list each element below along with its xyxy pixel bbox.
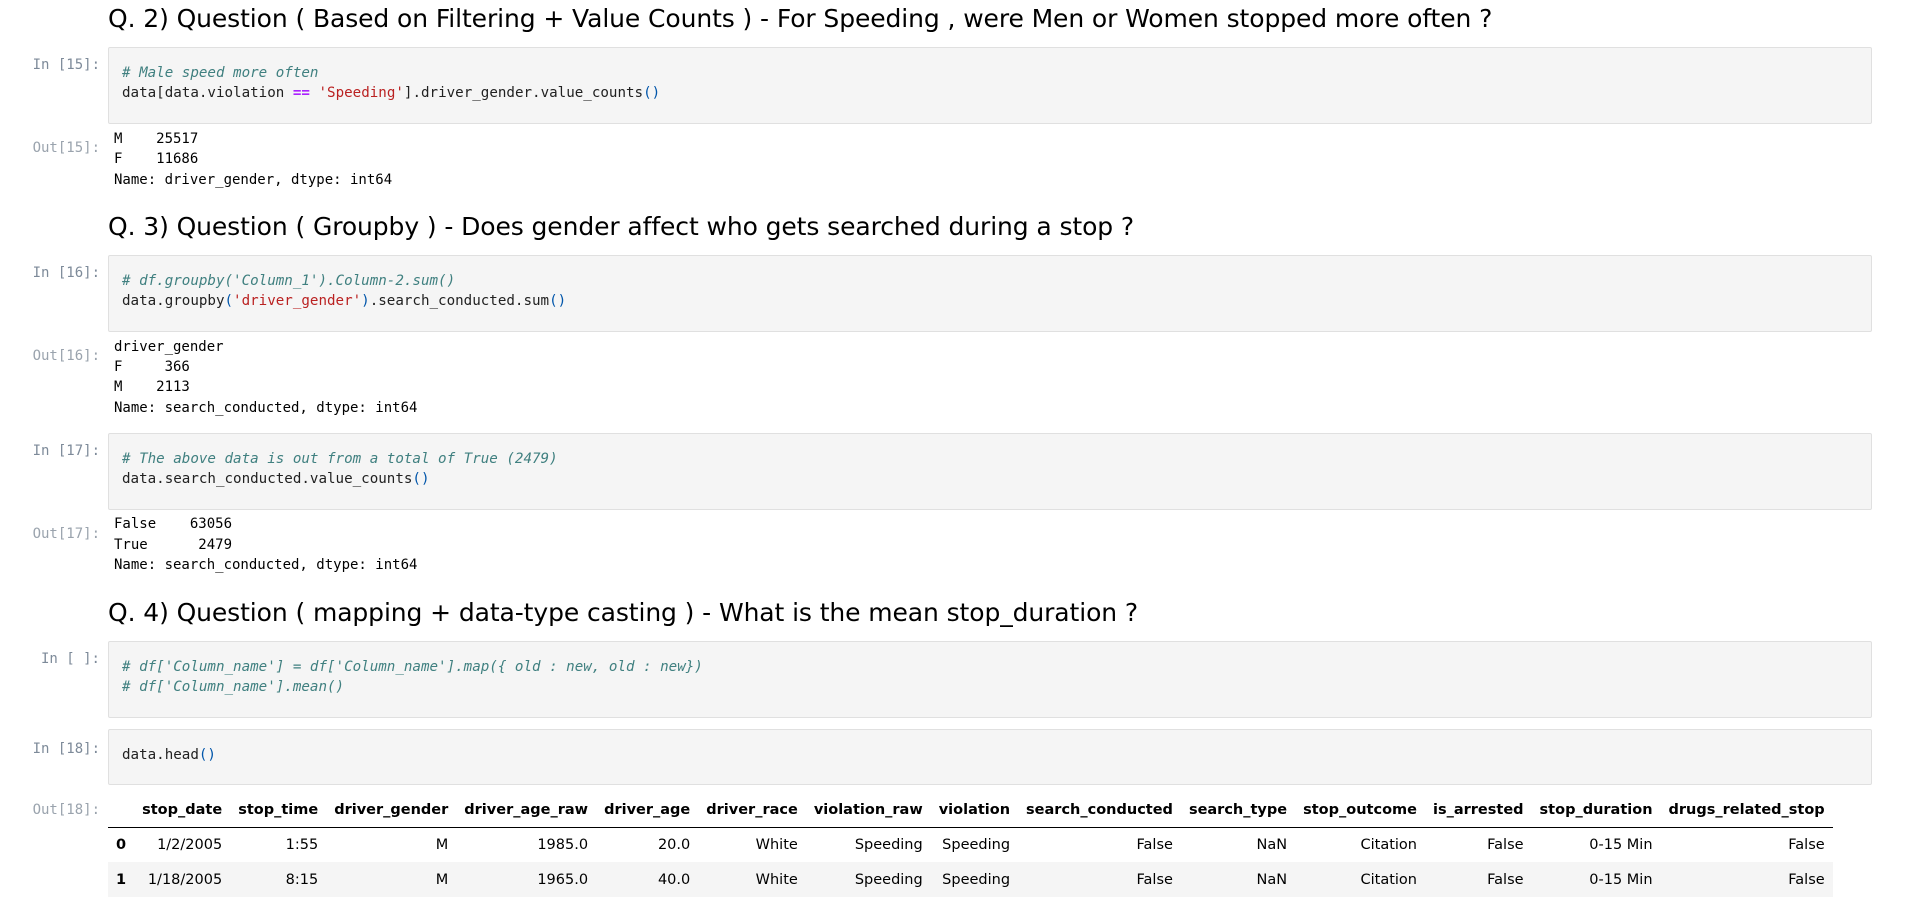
column-header: search_conducted xyxy=(1018,793,1181,828)
in-prompt-17: In [17]: xyxy=(32,443,100,459)
output-line: M 25517 xyxy=(114,131,199,147)
out-prompt-15: Out[15]: xyxy=(32,140,100,156)
q4-heading: Q. 4) Question ( mapping + data-type cas… xyxy=(108,598,1139,627)
code-comment: # Male speed more often xyxy=(122,65,319,81)
code-line: data.head() xyxy=(122,747,216,763)
table-cell: NaN xyxy=(1256,836,1288,853)
column-header: violation xyxy=(930,793,1019,828)
table-row: 0 1/2/2005 1:55 M 1985.0 20.0 White Spee… xyxy=(108,827,1833,862)
table-cell: 0-15 Min xyxy=(1589,836,1653,853)
column-header: driver_age xyxy=(596,793,699,828)
table-cell: 20.0 xyxy=(657,836,691,853)
column-header: is_arrested xyxy=(1424,793,1532,828)
q3-heading: Q. 3) Question ( Groupby ) - Does gender… xyxy=(108,212,1135,241)
table-cell: Speeding xyxy=(942,836,1011,853)
output-line: Name: driver_gender, dtype: int64 xyxy=(114,172,393,188)
code-cell-empty[interactable]: # df['Column_name'] = df['Column_name'].… xyxy=(108,641,1872,718)
code-line: data.groupby('driver_gender').search_con… xyxy=(122,293,567,309)
table-cell: 1:55 xyxy=(285,836,319,853)
table-row: 1 1/18/2005 8:15 M 1965.0 40.0 White Spe… xyxy=(108,862,1833,897)
table-cell: 8:15 xyxy=(285,871,319,888)
table-cell: Speeding xyxy=(942,871,1011,888)
output-line: Name: search_conducted, dtype: int64 xyxy=(114,400,418,416)
table-cell: White xyxy=(755,871,798,888)
table-cell: Citation xyxy=(1360,871,1417,888)
in-prompt-15: In [15]: xyxy=(32,57,100,73)
code-line: data[data.violation == 'Speeding'].drive… xyxy=(122,85,661,101)
code-cell-16[interactable]: # df.groupby('Column_1').Column-2.sum() … xyxy=(108,255,1872,332)
column-header: driver_gender xyxy=(326,793,457,828)
table-cell: False xyxy=(1136,871,1173,888)
column-header: stop_date xyxy=(134,793,231,828)
q2-heading: Q. 2) Question ( Based on Filtering + Va… xyxy=(108,4,1493,33)
table-cell: NaN xyxy=(1256,871,1288,888)
output-line: Name: search_conducted, dtype: int64 xyxy=(114,557,418,573)
table-cell: 1/18/2005 xyxy=(147,871,223,888)
output-line: M 2113 xyxy=(114,379,190,395)
code-comment: # df.groupby('Column_1').Column-2.sum() xyxy=(122,273,456,289)
table-cell: False xyxy=(1788,871,1825,888)
code-line: data.search_conducted.value_counts() xyxy=(122,471,430,487)
out-prompt-18: Out[18]: xyxy=(32,802,100,818)
table-cell: 1/2/2005 xyxy=(157,836,223,853)
in-prompt-18: In [18]: xyxy=(32,741,100,757)
code-cell-15[interactable]: # Male speed more often data[data.violat… xyxy=(108,47,1872,124)
table-cell: False xyxy=(1487,836,1524,853)
table-cell: 1965.0 xyxy=(537,871,589,888)
code-cell-18[interactable]: data.head() xyxy=(108,729,1872,785)
column-header: violation_raw xyxy=(805,793,931,828)
column-header xyxy=(108,793,135,828)
table-cell: M xyxy=(435,836,449,853)
column-header: stop_duration xyxy=(1531,793,1661,828)
table-cell: Citation xyxy=(1360,836,1417,853)
column-header: stop_time xyxy=(230,793,327,828)
code-cell-17[interactable]: # The above data is out from a total of … xyxy=(108,433,1872,510)
out-prompt-16: Out[16]: xyxy=(32,348,100,364)
column-header: drugs_related_stop xyxy=(1660,793,1833,828)
table-cell: White xyxy=(755,836,798,853)
output-line: False 63056 xyxy=(114,516,233,532)
in-prompt-empty: In [ ]: xyxy=(40,651,100,667)
row-index: 1 xyxy=(116,871,127,888)
in-prompt-16: In [16]: xyxy=(32,265,100,281)
table-cell: False xyxy=(1136,836,1173,853)
table-header-row: stop_date stop_time driver_gender driver… xyxy=(108,793,1833,828)
output-line: F 11686 xyxy=(114,151,199,167)
table-cell: 0-15 Min xyxy=(1589,871,1653,888)
table-cell: 1985.0 xyxy=(537,836,589,853)
table-cell: M xyxy=(435,871,449,888)
table-cell: False xyxy=(1487,871,1524,888)
table-cell: 40.0 xyxy=(657,871,691,888)
column-header: stop_outcome xyxy=(1295,793,1425,828)
table-cell: Speeding xyxy=(854,836,923,853)
output-line: F 366 xyxy=(114,359,190,375)
code-comment: # df['Column_name'] = df['Column_name'].… xyxy=(122,659,703,675)
column-header: driver_age_raw xyxy=(456,793,597,828)
output-line: True 2479 xyxy=(114,537,233,553)
table-cell: Speeding xyxy=(854,871,923,888)
table-cell: False xyxy=(1788,836,1825,853)
code-comment: # df['Column_name'].mean() xyxy=(122,679,345,695)
out-prompt-17: Out[17]: xyxy=(32,526,100,542)
row-index: 0 xyxy=(116,836,127,853)
column-header: driver_race xyxy=(698,793,806,828)
column-header: search_type xyxy=(1180,793,1296,828)
dataframe-table: stop_date stop_time driver_gender driver… xyxy=(108,793,1833,897)
output-line: driver_gender xyxy=(114,339,224,355)
code-comment: # The above data is out from a total of … xyxy=(122,451,558,467)
